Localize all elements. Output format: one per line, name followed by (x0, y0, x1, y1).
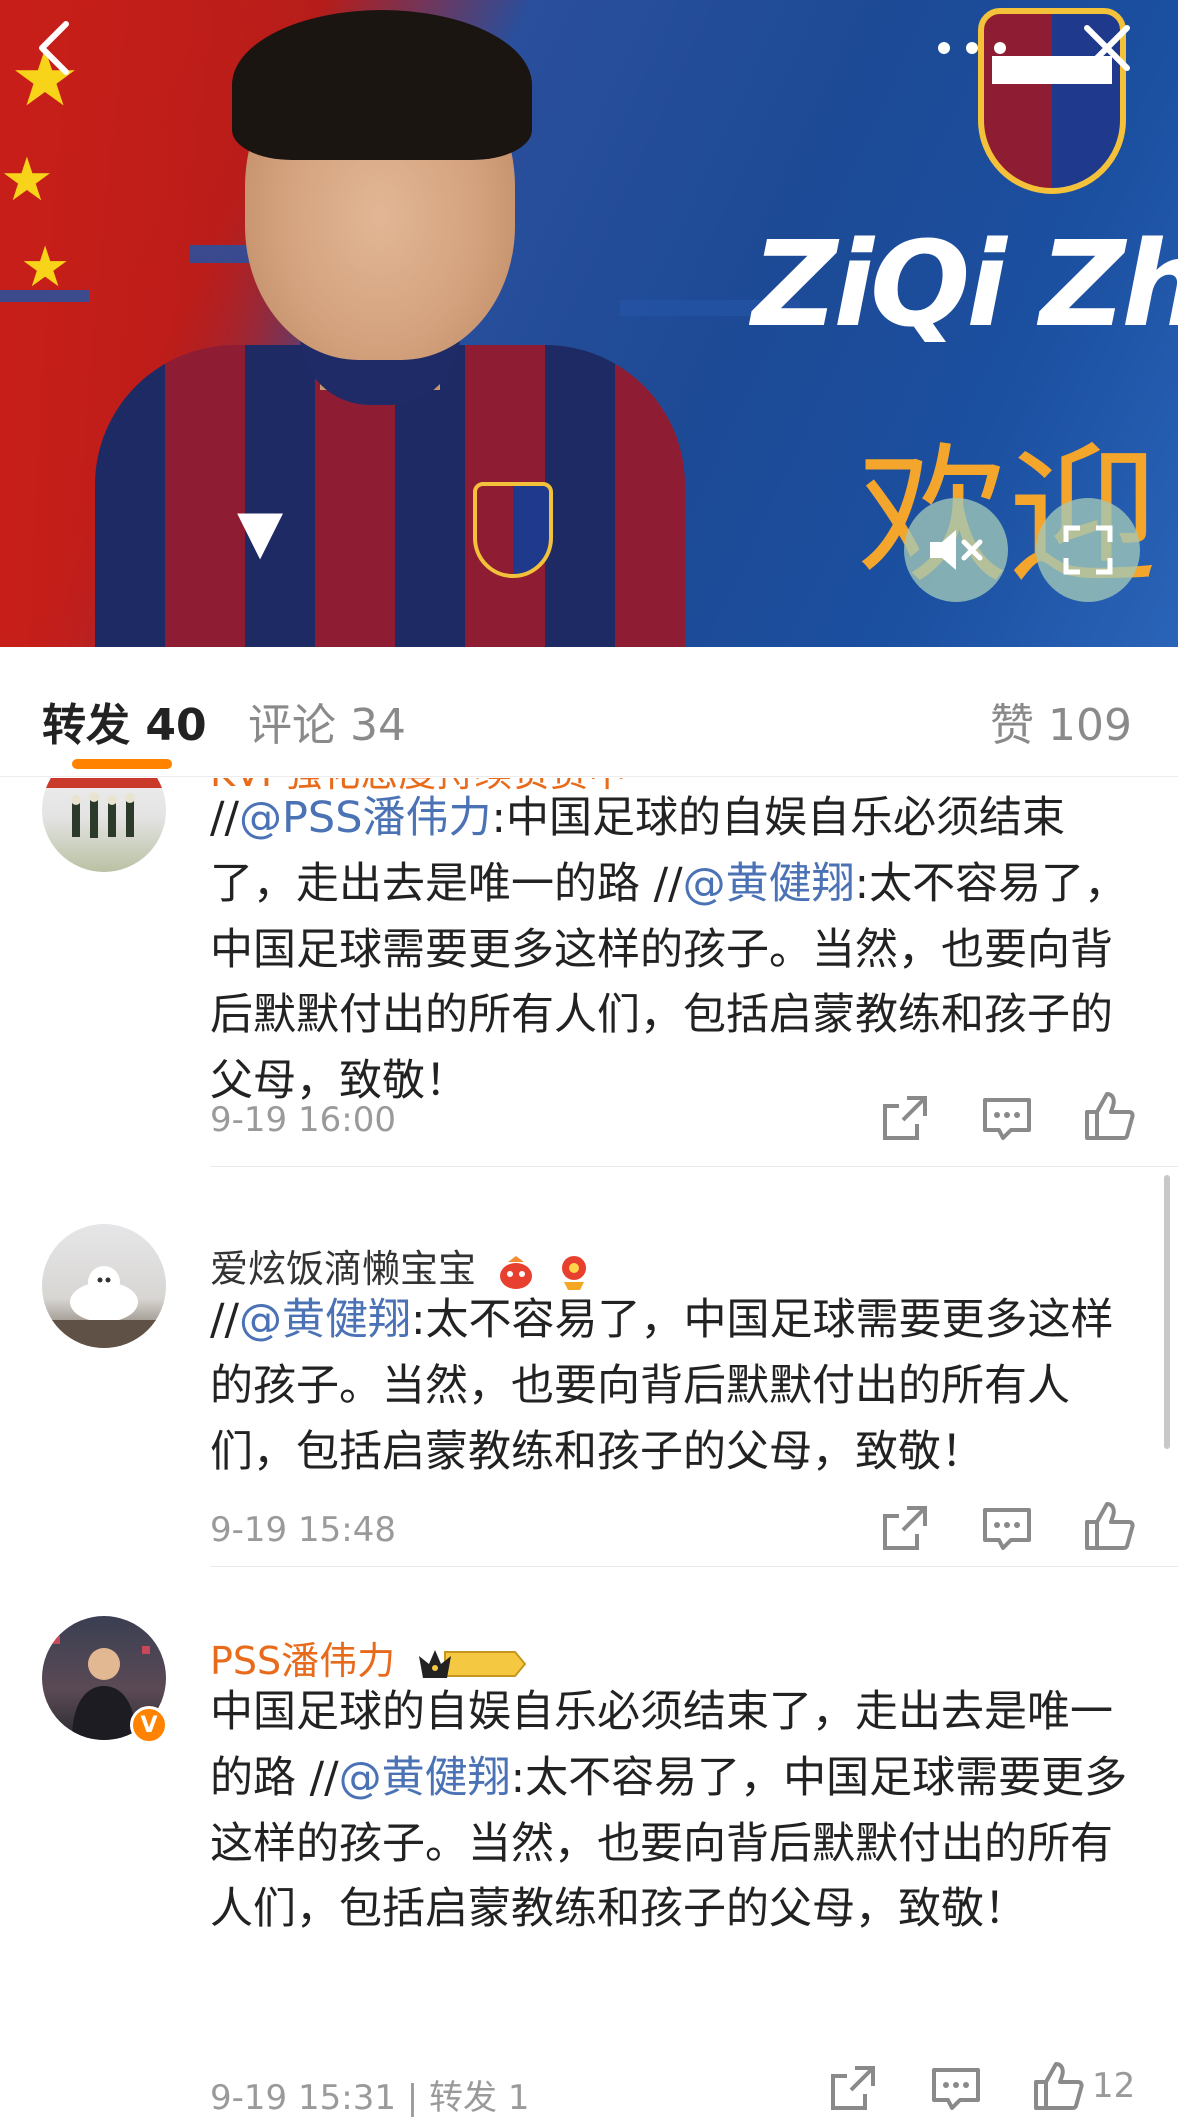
thumbs-up-icon (1085, 1092, 1135, 1140)
avatar-image (42, 778, 166, 838)
text-segment: // (210, 793, 239, 843)
more-button[interactable] (932, 20, 1012, 76)
timestamp: 9-19 16:00 (210, 1100, 396, 1140)
fullscreen-icon (1063, 525, 1113, 575)
tab-comments-label: 评论 (248, 700, 336, 751)
mention-link[interactable]: @黄健翔 (239, 1295, 411, 1345)
mention-link[interactable]: @黄健翔 (683, 859, 855, 909)
scrollbar[interactable] (1164, 1175, 1170, 1449)
timestamp: 9-19 15:31 (210, 2078, 396, 2118)
repost-text: //@PSS潘伟力:中国足球的自娱自乐必须结束了，走出去是唯一的路 //@黄健翔… (210, 786, 1138, 1115)
tab-reposts[interactable]: 转发 40 (42, 689, 207, 753)
username[interactable]: 爱炫饭滴懒宝宝 (210, 1238, 592, 1293)
repost-text: //@黄健翔:太不容易了，中国足球需要更多这样的孩子。当然，也要向背后默默付出的… (210, 1288, 1138, 1485)
text-segment: // (210, 1295, 239, 1345)
like-button[interactable] (1081, 1088, 1137, 1144)
username[interactable]: PSS潘伟力 (210, 1630, 529, 1685)
mention-link[interactable]: @PSS潘伟力 (239, 793, 492, 843)
mute-button[interactable] (904, 498, 1008, 602)
username-text: 爱炫饭滴懒宝宝 (210, 1247, 477, 1291)
tab-likes[interactable]: 赞 109 (990, 689, 1132, 753)
avatar[interactable] (42, 1224, 166, 1348)
username-text: PSS潘伟力 (210, 1639, 396, 1683)
share-icon (831, 2066, 875, 2110)
comment-button[interactable] (979, 1090, 1035, 1146)
like-count: 12 (1092, 2066, 1136, 2106)
chevron-left-icon (39, 21, 69, 75)
post-meta: 9-19 15:31 | 转发 1 (210, 2070, 529, 2119)
tab-likes-count: 109 (1048, 700, 1132, 751)
tab-bar: 转发 40 评论 34 赞 109 (0, 647, 1178, 777)
comment-icon (932, 2068, 980, 2110)
repost-info: | 转发 1 (406, 2078, 530, 2118)
close-button[interactable] (1075, 16, 1139, 80)
tab-likes-label: 赞 (990, 700, 1035, 751)
shirt-club-badge (473, 482, 553, 578)
tab-reposts-count: 40 (145, 700, 207, 751)
verified-badge: V (130, 1706, 168, 1744)
level-badge-icon (562, 1255, 587, 1290)
tab-reposts-label: 转发 (42, 700, 130, 751)
flag-star: ★ (0, 145, 54, 215)
comment-button[interactable] (979, 1500, 1035, 1556)
share-button[interactable] (877, 1090, 933, 1146)
player-hair (232, 10, 532, 160)
active-tab-indicator (72, 759, 172, 769)
vip-crown-badge-icon (419, 1649, 527, 1678)
thumbs-up-icon (1034, 2062, 1084, 2110)
comment-button[interactable] (928, 2060, 984, 2116)
timestamp: 9-19 15:48 (210, 1510, 396, 1550)
list-item: 爱炫饭滴懒宝宝 //@黄健翔:太不容易了，中国足球需要更多这样的孩子。当然，也要… (0, 1178, 1178, 1568)
flag-star: ★ (20, 235, 71, 300)
list-item: KVI 强化态度持续赞赏中 //@PSS潘伟力:中国足球的自娱自乐必须结束了，走… (0, 778, 1178, 1168)
avatar-image (42, 1266, 166, 1348)
comment-icon (983, 1508, 1031, 1550)
comment-text: 中国足球的自娱自乐必须结束了，走出去是唯一的路 //@黄健翔:太不容易了，中国足… (210, 1680, 1138, 1943)
speaker-muted-icon (930, 530, 983, 570)
share-icon (883, 1096, 927, 1140)
share-button[interactable] (877, 1500, 933, 1556)
thumbs-up-icon (1085, 1502, 1135, 1550)
mention-link[interactable]: @黄健翔 (339, 1753, 511, 1803)
fan-badge-icon (500, 1255, 533, 1289)
divider (210, 1566, 1178, 1567)
kit-maker-logo: ▼ (237, 497, 284, 567)
hero-video[interactable]: ★ ★ ★ ▼ ZiQi Zha 欢迎 (0, 0, 1178, 647)
avatar[interactable] (42, 778, 166, 872)
share-button[interactable] (825, 2060, 881, 2116)
fullscreen-button[interactable] (1036, 498, 1140, 602)
share-icon (883, 1506, 927, 1550)
divider (210, 1166, 1178, 1167)
list-item: V PSS潘伟力 中国足球的自娱自乐必须结束了，走出去是唯一的路 //@黄健翔:… (0, 1570, 1178, 2127)
back-button[interactable] (22, 16, 86, 80)
comment-icon (983, 1098, 1031, 1140)
glitch-stripe (0, 290, 90, 302)
like-button[interactable]: 12 (1030, 2056, 1135, 2116)
tab-comments[interactable]: 评论 34 (248, 689, 406, 753)
tab-comments-count: 34 (350, 700, 406, 751)
close-icon (1084, 25, 1130, 71)
more-dots-icon (938, 42, 1006, 54)
repost-list[interactable]: KVI 强化态度持续赞赏中 //@PSS潘伟力:中国足球的自娱自乐必须结束了，走… (0, 778, 1178, 2127)
like-button[interactable] (1081, 1498, 1137, 1554)
hero-player-name: ZiQi Zha (752, 215, 1178, 353)
